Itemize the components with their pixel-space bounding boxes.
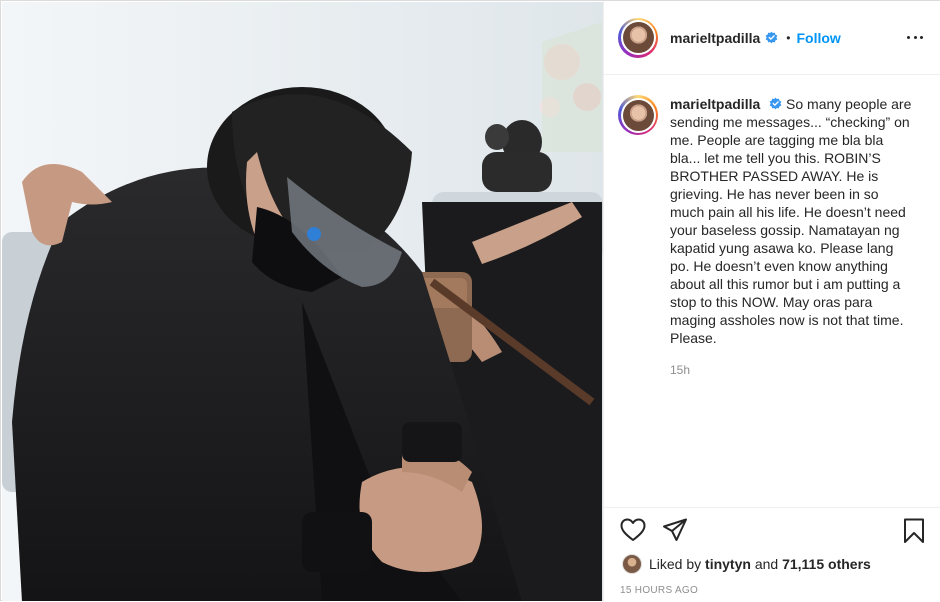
- paper-plane-icon[interactable]: [662, 518, 688, 542]
- liked-by-prefix: Liked by: [649, 556, 702, 572]
- post-frame: marieltpadilla • Follow marieltpadilla S…: [0, 0, 940, 602]
- follow-button[interactable]: Follow: [796, 30, 840, 46]
- author-avatar[interactable]: [618, 17, 658, 58]
- caption-text: marieltpadilla So many people are sendin…: [670, 95, 916, 379]
- post-sidebar: marieltpadilla • Follow marieltpadilla S…: [603, 1, 940, 602]
- caption-block: marieltpadilla So many people are sendin…: [618, 95, 928, 379]
- post-timestamp[interactable]: 15 HOURS AGO: [620, 585, 698, 596]
- post-image: [2, 2, 603, 601]
- post-header: marieltpadilla • Follow: [604, 1, 940, 75]
- heart-icon[interactable]: [620, 518, 646, 542]
- verified-badge-icon: [765, 31, 778, 44]
- likes-summary: Liked by tinytyn and 71,115 others: [622, 553, 871, 575]
- post-photo[interactable]: [2, 2, 603, 601]
- caption-username[interactable]: marieltpadilla: [670, 96, 760, 112]
- action-bar: [620, 518, 925, 546]
- liked-by-others[interactable]: 71,115 others: [782, 556, 871, 572]
- caption-body: So many people are sending me messages..…: [670, 96, 912, 346]
- liked-by-user[interactable]: tinytyn: [705, 556, 751, 572]
- bookmark-icon[interactable]: [903, 518, 925, 544]
- header-separator: •: [786, 30, 791, 45]
- liker-avatar[interactable]: [622, 554, 642, 574]
- caption-age[interactable]: 15h: [670, 361, 916, 379]
- more-options-icon[interactable]: [907, 29, 923, 45]
- verified-badge-icon: [769, 97, 782, 110]
- liked-by-and: and: [754, 556, 779, 572]
- author-username[interactable]: marieltpadilla: [670, 30, 760, 46]
- divider: [604, 507, 940, 508]
- caption-author-avatar[interactable]: [618, 95, 658, 135]
